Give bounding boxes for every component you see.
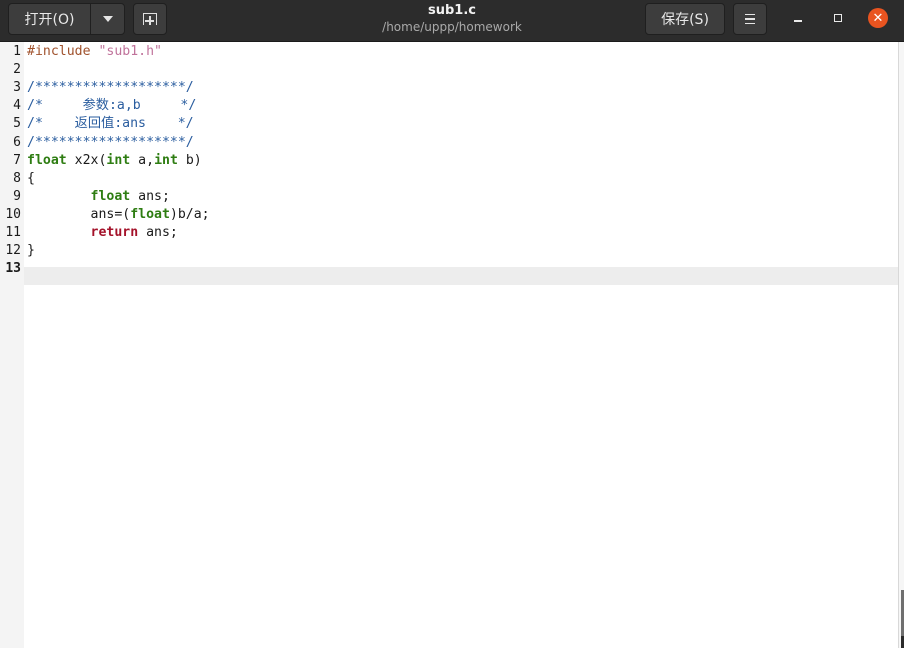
open-button-group: 打开(O) <box>8 3 125 35</box>
code-line: float x2x(int a,int b) <box>27 152 202 170</box>
code-line: } <box>27 242 35 260</box>
code-line: { <box>27 170 35 188</box>
maximize-button[interactable] <box>828 8 848 28</box>
code-token: b) <box>177 153 202 168</box>
current-line-highlight <box>24 267 898 285</box>
maximize-icon <box>834 14 842 22</box>
hamburger-menu-icon <box>745 13 755 16</box>
code-token: x2x( <box>66 153 107 168</box>
open-menu-button[interactable] <box>90 3 125 35</box>
code-token: int <box>154 153 178 168</box>
line-number: 11 <box>5 225 21 240</box>
code-token: /*******************/ <box>27 80 194 95</box>
header-bar: 打开(O) sub1.c /home/uppp/homework 保存(S) ✕ <box>0 0 904 42</box>
code-token: return <box>90 225 139 240</box>
minimize-icon <box>794 20 802 22</box>
code-line: /* 参数:a,b */ <box>27 97 196 115</box>
code-line: ans=(float)b/a; <box>27 206 210 224</box>
code-line: float ans; <box>27 188 170 206</box>
code-line: #include "sub1.h" <box>27 43 162 61</box>
new-tab-button[interactable] <box>133 3 167 35</box>
code-token: { <box>27 171 35 186</box>
code-token: ans; <box>130 189 170 204</box>
code-token: float <box>27 153 67 168</box>
line-number: 3 <box>13 80 21 95</box>
line-number: 1 <box>13 44 21 59</box>
title-block: sub1.c /home/uppp/homework <box>330 3 574 35</box>
code-line: /*******************/ <box>27 79 194 97</box>
code-token: float <box>130 207 170 222</box>
menu-button[interactable] <box>733 3 767 35</box>
code-token: /*******************/ <box>27 135 194 150</box>
line-number: 2 <box>13 62 21 77</box>
window-title: sub1.c <box>428 3 476 18</box>
code-token: } <box>27 243 35 258</box>
code-line: /*******************/ <box>27 134 194 152</box>
line-number: 10 <box>5 207 21 222</box>
scrollbar[interactable] <box>898 42 904 648</box>
code-token: "sub1.h" <box>98 44 162 59</box>
line-number: 4 <box>13 98 21 113</box>
close-icon: ✕ <box>872 10 884 26</box>
code-token: ans; <box>138 225 178 240</box>
code-token: int <box>106 153 131 168</box>
code-token: )b/a; <box>169 207 210 222</box>
chevron-down-icon <box>102 16 113 22</box>
open-button[interactable]: 打开(O) <box>8 3 91 35</box>
minimize-button[interactable] <box>788 8 808 28</box>
new-tab-icon <box>143 13 157 25</box>
code-token: float <box>90 189 131 204</box>
code-line: /* 返回值:ans */ <box>27 115 194 133</box>
code-token: #include <box>27 44 99 59</box>
save-button[interactable]: 保存(S) <box>645 3 725 35</box>
window-subtitle: /home/uppp/homework <box>382 20 522 34</box>
line-number: 13 <box>5 261 21 276</box>
code-token: /* 返回值:ans */ <box>27 116 194 131</box>
code-token: /* 参数:a,b */ <box>27 98 197 113</box>
line-number: 8 <box>13 171 21 186</box>
line-number: 9 <box>13 189 21 204</box>
code-token: a, <box>130 153 155 168</box>
line-number: 5 <box>13 116 21 131</box>
close-button[interactable]: ✕ <box>868 8 888 28</box>
code-line: return ans; <box>27 224 178 242</box>
line-number: 12 <box>5 243 21 258</box>
line-number: 7 <box>13 153 21 168</box>
code-token: ans=( <box>27 207 131 222</box>
line-number: 6 <box>13 135 21 150</box>
